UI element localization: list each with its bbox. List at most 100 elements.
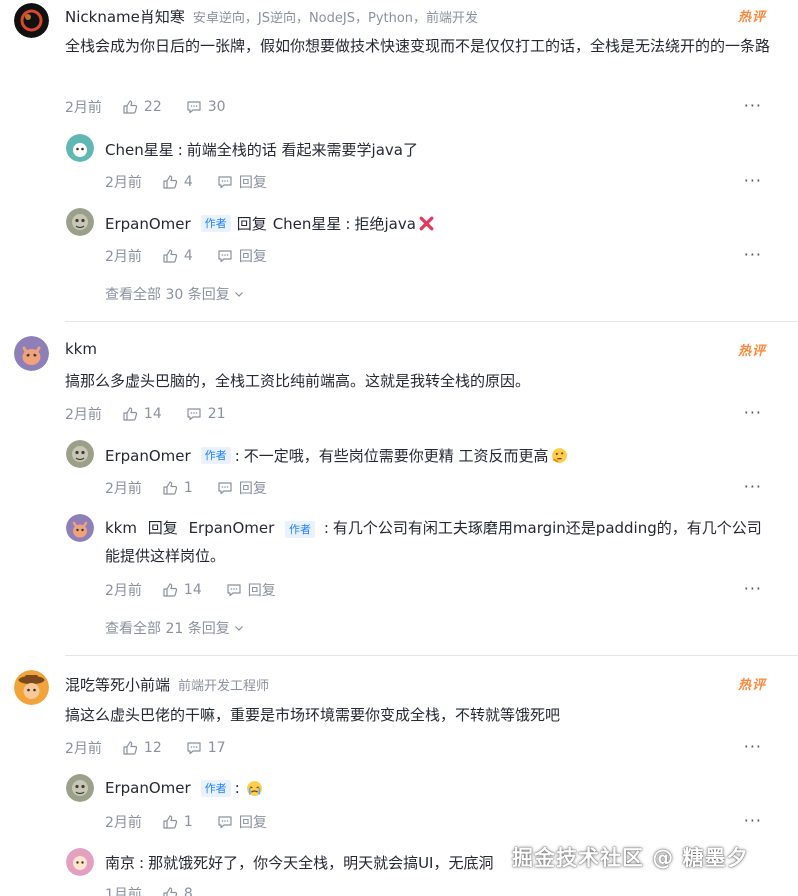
like-count: 12 [143, 740, 162, 756]
reply-target[interactable]: Chen星星 [273, 213, 342, 234]
reply-count: 21 [207, 406, 226, 422]
view-all-replies-link[interactable]: 查看全部 21 条回复 [105, 618, 244, 638]
reply-button[interactable]: 回复 [217, 246, 267, 266]
watermark: 掘金技术社区 @ 糖墨夕 [512, 846, 749, 870]
reply-label: 回复 [238, 481, 267, 497]
author-badge: 作者 [200, 215, 231, 232]
like-button[interactable]: 4 [162, 248, 193, 264]
like-button[interactable]: 8 [162, 886, 193, 896]
reply-actions: 2月前 1 回复 [105, 478, 291, 498]
comment-content: 搞那么多虚头巴脑的，全栈工资比纯前端高。这就是我转全栈的原因。 [65, 372, 531, 390]
reply-time: 1月前 [105, 887, 142, 896]
thumbs-up-icon [123, 741, 138, 755]
like-button[interactable]: 22 [122, 99, 162, 115]
avatar[interactable] [14, 670, 49, 705]
divider [65, 321, 798, 322]
reply-button[interactable]: 回复 [226, 580, 276, 600]
hot-comment-badge: 热评 [734, 6, 770, 25]
chevron-down-icon [234, 292, 243, 297]
thumbs-up-icon [163, 815, 178, 829]
username[interactable]: kkm [105, 519, 137, 537]
user-title: 前端开发工程师 [178, 679, 270, 694]
reply-time: 2月前 [105, 583, 142, 599]
comment-time: 2月前 [65, 407, 102, 423]
reply-button[interactable]: 17 [186, 740, 226, 756]
user-title: 安卓逆向，JS逆向，NodeJS，Python，前端开发 [192, 11, 479, 26]
avatar[interactable] [66, 440, 94, 468]
comment-icon [187, 408, 201, 421]
more-options-icon[interactable]: ··· [744, 245, 762, 264]
username[interactable]: Chen星星 [105, 139, 174, 160]
comment-actions: 2月前 22 30 [65, 97, 250, 117]
reply-label: 回复 [238, 175, 267, 191]
like-button[interactable]: 14 [162, 582, 202, 598]
hot-comment-badge: 热评 [734, 674, 770, 693]
author-badge: 作者 [285, 521, 316, 538]
like-button[interactable]: 4 [162, 174, 193, 190]
like-button[interactable]: 1 [162, 814, 193, 830]
hot-comment-badge: 热评 [734, 340, 770, 359]
comment-content: 搞这么虚头巴佬的干嘛，重要是市场环境需要你变成全栈，不转就等饿死吧 [65, 706, 561, 724]
username[interactable]: Nickname肖知寒 [65, 6, 185, 27]
thumbs-up-icon [123, 100, 138, 114]
avatar[interactable] [66, 134, 94, 162]
avatar[interactable] [14, 3, 49, 38]
like-count: 1 [183, 814, 193, 830]
comment-icon [187, 742, 201, 755]
reply-content: 拒绝java [354, 215, 416, 233]
reply-actions: 2月前 14 回复 [105, 580, 300, 600]
thinking-face-icon [551, 448, 567, 463]
divider [65, 655, 798, 656]
more-options-icon[interactable]: ··· [744, 403, 762, 422]
username[interactable]: kkm [65, 340, 97, 358]
reply-button[interactable]: 回复 [217, 478, 267, 498]
reply-content: 不一定哦，有些岗位需要你更精 工资反而更高 [243, 447, 549, 465]
reply-target[interactable]: ErpanOmer [189, 519, 275, 537]
reply-count: 30 [207, 99, 226, 115]
like-count: 4 [183, 174, 193, 190]
username[interactable]: ErpanOmer [105, 215, 191, 233]
thumbs-up-icon [163, 175, 178, 189]
more-options-icon[interactable]: ··· [744, 579, 762, 598]
reply-button[interactable]: 30 [186, 99, 226, 115]
reply-button[interactable]: 回复 [217, 812, 267, 832]
username[interactable]: 混吃等死小前端 [65, 674, 170, 695]
avatar[interactable] [66, 514, 94, 542]
reply-label: 回复 [238, 249, 267, 265]
username[interactable]: ErpanOmer [105, 779, 191, 797]
avatar[interactable] [66, 208, 94, 236]
more-options-icon[interactable]: ··· [744, 737, 762, 756]
reply-label: 回复 [238, 815, 267, 831]
username[interactable]: 南京 [105, 852, 135, 873]
more-options-icon[interactable]: ··· [744, 171, 762, 190]
view-all-replies-link[interactable]: 查看全部 30 条回复 [105, 284, 244, 304]
reply-actions: 2月前 1 回复 [105, 812, 291, 832]
reply-actions: 1月前 8 [105, 884, 217, 896]
avatar[interactable] [66, 774, 94, 802]
reply-word: 回复 [147, 519, 178, 537]
comment-actions: 2月前 14 21 [65, 404, 250, 424]
thumbs-up-icon [163, 887, 178, 896]
more-options-icon[interactable]: ··· [744, 811, 762, 830]
like-count: 14 [143, 406, 162, 422]
comment-icon [227, 584, 241, 597]
reply-count: 17 [207, 740, 226, 756]
author-badge: 作者 [200, 779, 231, 797]
reply-time: 2月前 [105, 815, 142, 831]
username[interactable]: ErpanOmer [105, 447, 191, 465]
like-button[interactable]: 12 [122, 740, 162, 756]
comment-content: 全栈会成为你日后的一张牌，假如你想要做技术快速变现而不是仅仅打工的话，全栈是无法… [65, 37, 771, 55]
avatar[interactable] [14, 336, 49, 371]
avatar[interactable] [66, 848, 94, 876]
reply-button[interactable]: 回复 [217, 172, 267, 192]
like-button[interactable]: 14 [122, 406, 162, 422]
more-options-icon[interactable]: ··· [744, 96, 762, 115]
more-options-icon[interactable]: ··· [744, 477, 762, 496]
like-button[interactable]: 1 [162, 480, 193, 496]
comment-icon [187, 101, 201, 114]
cross-mark-icon [419, 216, 434, 231]
comment-icon [218, 816, 232, 829]
reply-button[interactable]: 21 [186, 406, 226, 422]
comment-time: 2月前 [65, 100, 102, 116]
like-count: 8 [183, 886, 193, 896]
